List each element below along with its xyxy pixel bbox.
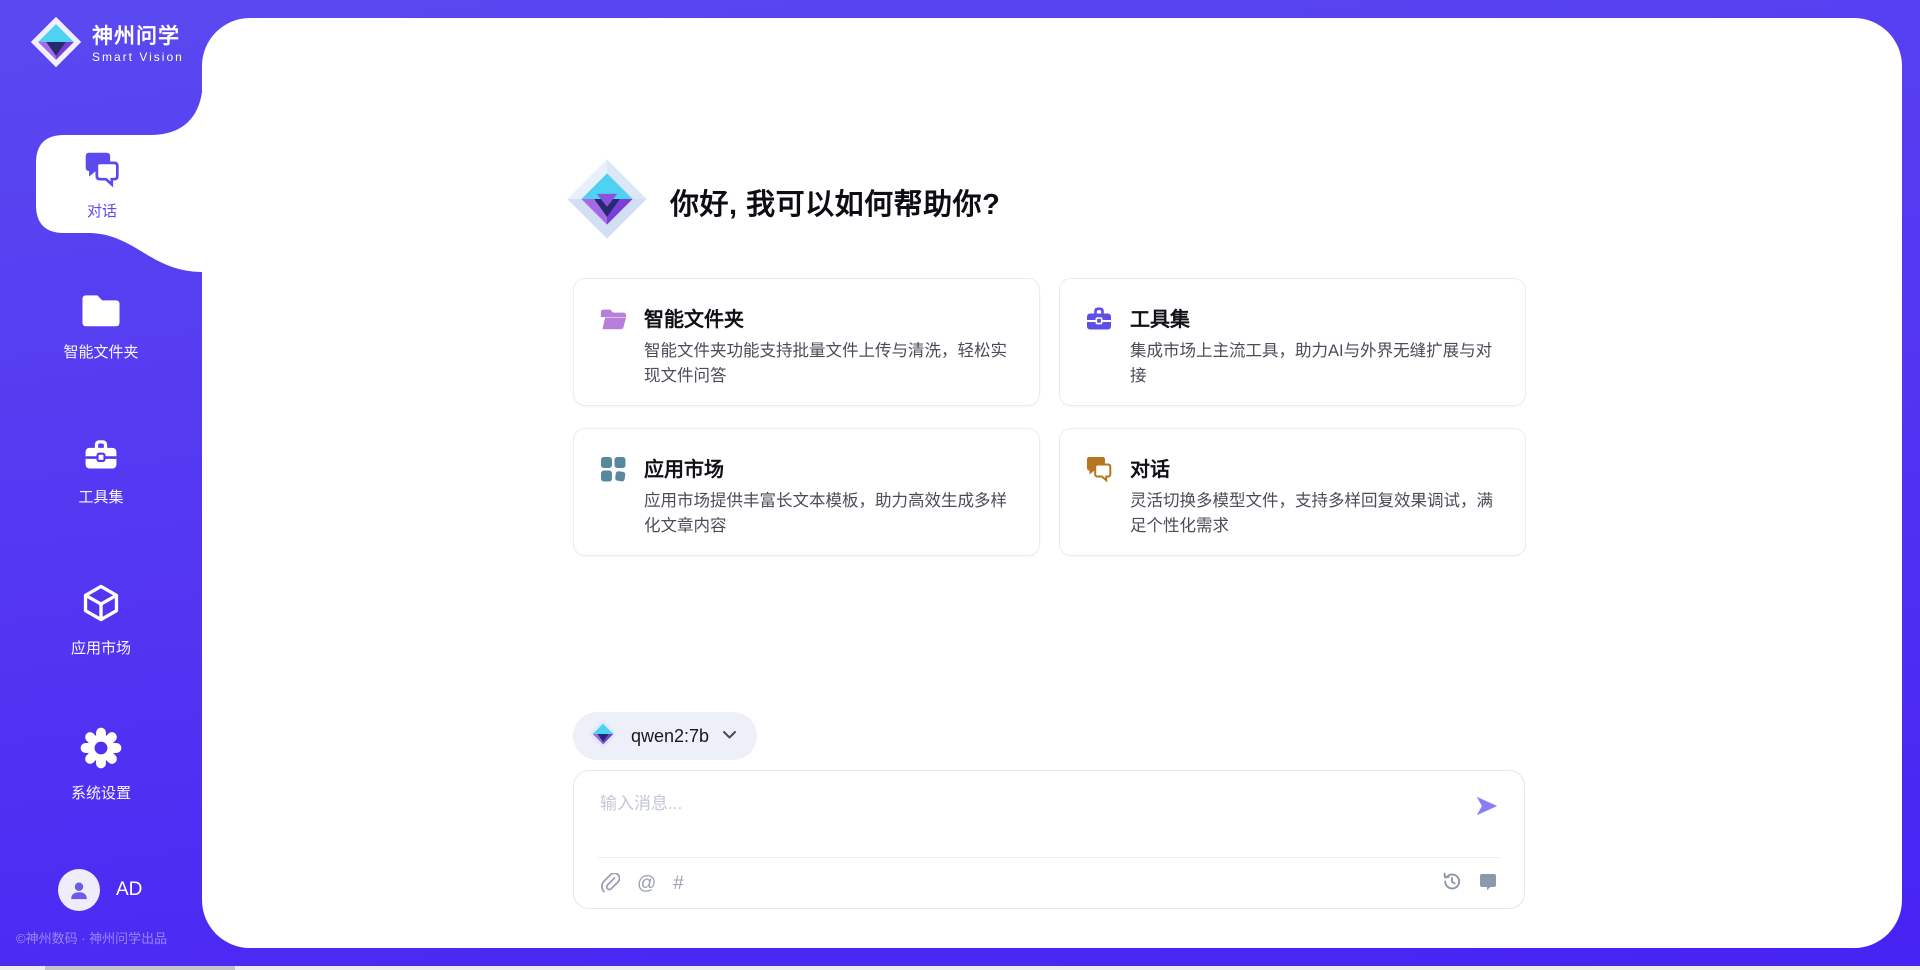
card-title: 智能文件夹 <box>644 303 744 332</box>
feature-card-toolset[interactable]: 工具集 集成市场上主流工具，助力AI与外界无缝扩展与对接 <box>1059 278 1526 406</box>
card-description: 灵活切换多模型文件，支持多样回复效果调试，满足个性化需求 <box>1130 489 1502 539</box>
folder-open-icon <box>599 305 627 333</box>
card-description: 应用市场提供丰富长文本模板，助力高效生成多样化文章内容 <box>644 489 1016 539</box>
app-window: 你好, 我可以如何帮助你? 智能文件夹 智能文件夹功能支持批量文件上传与清洗，轻… <box>0 0 1920 970</box>
brand-diamond-icon <box>30 16 82 73</box>
toolbox-icon <box>1085 305 1113 333</box>
feedback-bubble-icon[interactable] <box>1478 872 1498 892</box>
chevron-down-icon <box>722 727 737 745</box>
mention-icon[interactable]: @ <box>637 873 656 895</box>
sidebar-item-label: 对话 <box>87 200 117 221</box>
send-icon[interactable] <box>1474 793 1500 819</box>
main-panel: 你好, 我可以如何帮助你? 智能文件夹 智能文件夹功能支持批量文件上传与清洗，轻… <box>202 18 1902 948</box>
model-selector[interactable]: qwen2:7b <box>573 712 757 760</box>
sidebar: 神州问学 Smart Vision 对话 智能文件夹 <box>0 0 202 970</box>
greeting-title: 你好, 我可以如何帮助你? <box>670 181 1000 223</box>
composer-tools-left: @ # <box>600 873 684 895</box>
sidebar-item-label: 应用市场 <box>71 637 131 658</box>
card-title: 工具集 <box>1130 303 1190 332</box>
sidebar-item-label: 智能文件夹 <box>63 341 138 362</box>
feature-card-app-market[interactable]: 应用市场 应用市场提供丰富长文本模板，助力高效生成多样化文章内容 <box>573 428 1040 556</box>
brand-diamond-icon <box>566 158 648 245</box>
toolbox-icon <box>81 437 121 478</box>
feature-card-chat[interactable]: 对话 灵活切换多模型文件，支持多样回复效果调试，满足个性化需求 <box>1059 428 1526 556</box>
folder-icon <box>80 290 122 333</box>
sidebar-item-label: 系统设置 <box>71 782 131 803</box>
scrollbar-thumb[interactable] <box>45 966 235 970</box>
chat-bubbles-icon <box>83 150 121 193</box>
card-title: 应用市场 <box>644 453 724 482</box>
sidebar-item-label: 工具集 <box>78 486 123 507</box>
message-input[interactable] <box>600 787 1400 821</box>
card-description: 集成市场上主流工具，助力AI与外界无缝扩展与对接 <box>1130 339 1502 389</box>
composer-divider <box>598 857 1500 858</box>
chat-bubbles-icon <box>1085 455 1113 483</box>
hashtag-icon[interactable]: # <box>673 873 684 895</box>
user-account[interactable]: AD <box>58 869 142 911</box>
feature-cards: 智能文件夹 智能文件夹功能支持批量文件上传与清洗，轻松实现文件问答 工具集 集成… <box>573 278 1526 556</box>
attachment-icon[interactable] <box>600 873 620 895</box>
copyright-text: ©神州数码 · 神州问学出品 <box>16 928 167 947</box>
sidebar-item-toolset[interactable]: 工具集 <box>0 437 202 507</box>
gear-icon <box>80 727 122 774</box>
avatar <box>58 869 100 911</box>
sidebar-item-chat[interactable]: 对话 <box>36 138 168 232</box>
user-initials: AD <box>116 879 142 901</box>
brand-subtitle: Smart Vision <box>92 51 184 64</box>
message-composer: @ # <box>573 770 1525 909</box>
sidebar-item-settings[interactable]: 系统设置 <box>0 727 202 803</box>
sidebar-item-app-market[interactable]: 应用市场 <box>0 582 202 658</box>
horizontal-scrollbar[interactable] <box>0 966 1920 970</box>
card-title: 对话 <box>1130 453 1170 482</box>
sidebar-item-smart-folders[interactable]: 智能文件夹 <box>0 290 202 362</box>
greeting-block: 你好, 我可以如何帮助你? <box>566 158 1000 245</box>
apps-grid-icon <box>599 455 627 483</box>
card-description: 智能文件夹功能支持批量文件上传与清洗，轻松实现文件问答 <box>644 339 1016 389</box>
model-name: qwen2:7b <box>631 726 709 747</box>
history-icon[interactable] <box>1441 871 1462 892</box>
composer-tools-right <box>1441 871 1498 892</box>
model-diamond-icon <box>588 719 618 754</box>
brand-logo: 神州问学 Smart Vision <box>30 16 184 73</box>
brand-name: 神州问学 <box>92 25 184 48</box>
feature-card-smart-folders[interactable]: 智能文件夹 智能文件夹功能支持批量文件上传与清洗，轻松实现文件问答 <box>573 278 1040 406</box>
cube-icon <box>80 582 122 629</box>
